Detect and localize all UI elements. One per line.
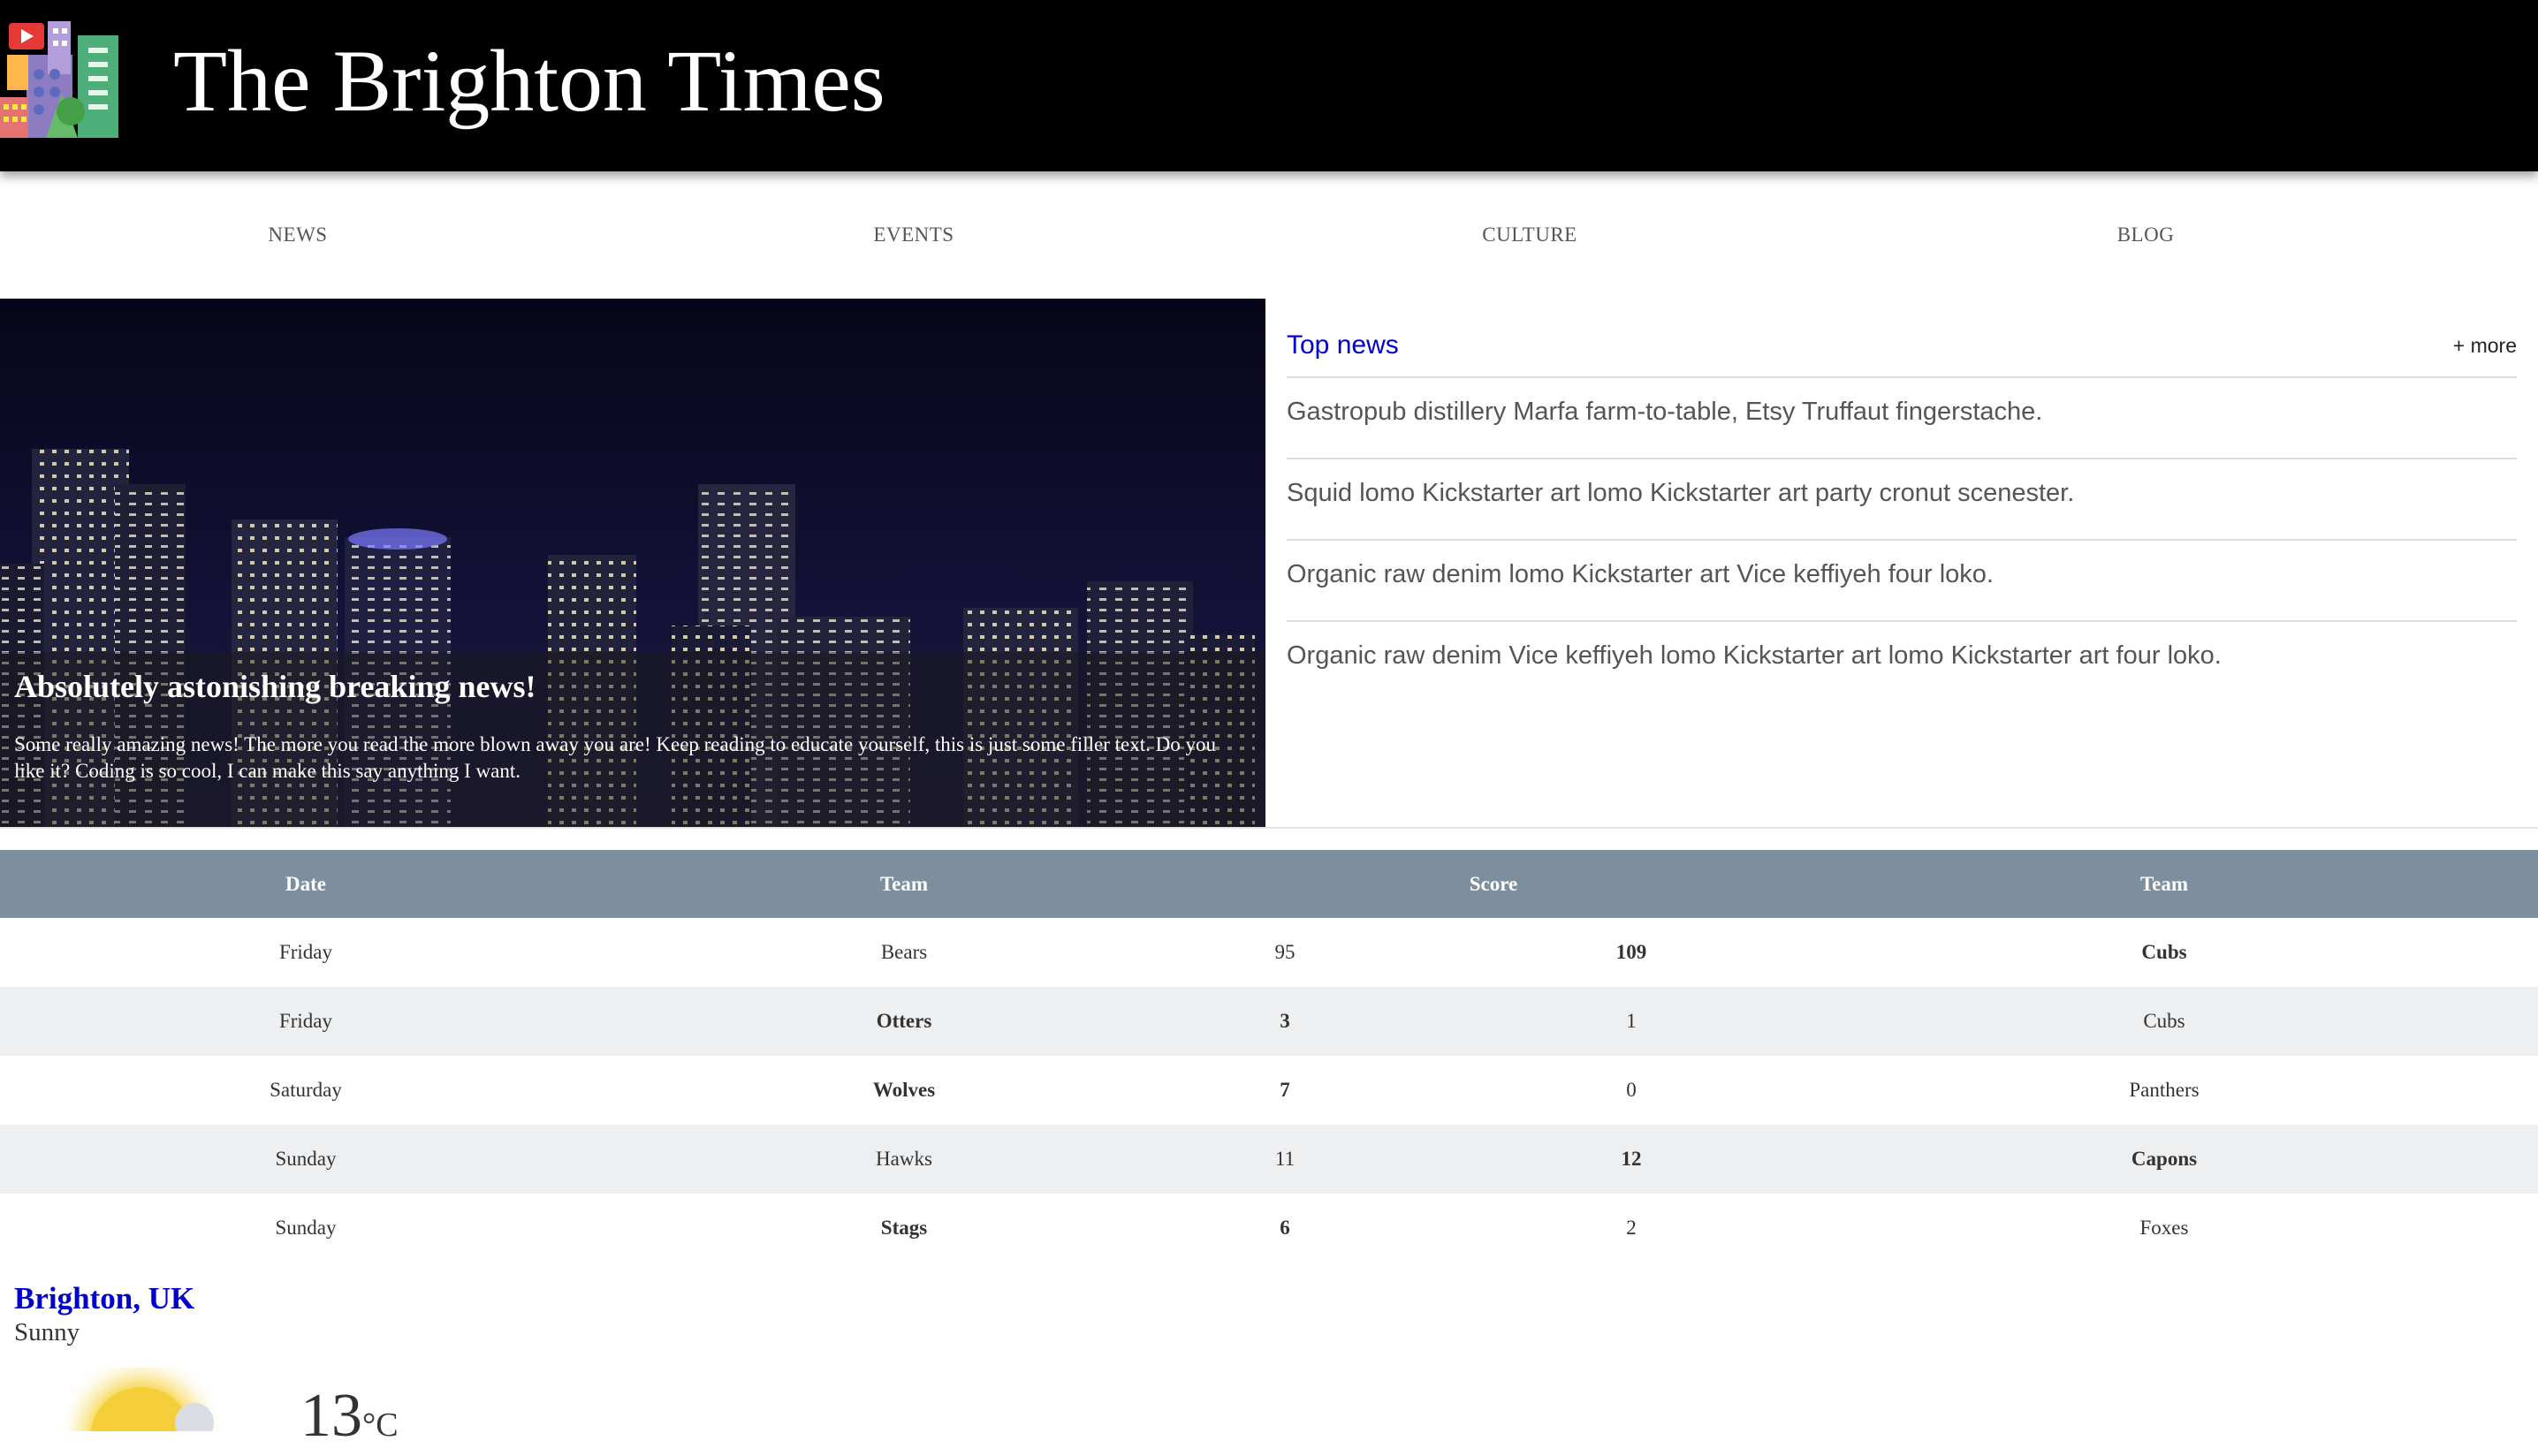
scores-table-body: Friday Bears 95 109 Cubs Friday Otters 3 1 Cubs Sa… xyxy=(0,918,2538,1263)
cell-score: 70 xyxy=(1197,1056,1790,1125)
nav-item-blog[interactable]: BLOG xyxy=(2013,171,2278,299)
city-logo-icon[interactable] xyxy=(0,12,120,138)
section-divider xyxy=(0,827,2538,829)
table-row: Saturday Wolves 7 0 Panthers xyxy=(0,1056,2538,1125)
away-score: 1 xyxy=(1626,1010,1637,1032)
home-score: 6 xyxy=(1280,1217,1290,1239)
cell-home-team: Bears xyxy=(880,941,928,963)
divider xyxy=(1287,376,2517,378)
cell-away-team: Panthers xyxy=(2129,1079,2200,1101)
site-title: The Brighton Times xyxy=(173,32,885,130)
home-score: 3 xyxy=(1280,1010,1290,1032)
cell-score: 62 xyxy=(1197,1194,1790,1263)
nav-item-culture[interactable]: CULTURE xyxy=(1397,171,1662,299)
top-news-panel: Top news + more Gastropub distillery Mar… xyxy=(1265,299,2538,829)
column-header-team: Team xyxy=(612,850,1197,918)
divider xyxy=(1287,539,2517,541)
table-row: Friday Bears 95 109 Cubs xyxy=(0,918,2538,987)
cell-score: 95 109 xyxy=(1197,918,1790,987)
weather-condition: Sunny xyxy=(14,1318,80,1346)
sun-cloud-icon xyxy=(57,1368,226,1431)
table-header-row: Date Team Score Team xyxy=(0,850,2538,918)
divider xyxy=(1287,458,2517,459)
column-header-team: Team xyxy=(1790,850,2538,918)
away-score: 109 xyxy=(1615,941,1647,963)
table-row: Friday Otters 3 1 Cubs xyxy=(0,987,2538,1056)
cell-score: 31 xyxy=(1197,987,1790,1056)
top-news-item[interactable]: Squid lomo Kickstarter art lomo Kickstar… xyxy=(1287,477,2517,509)
cell-date: Friday xyxy=(0,987,612,1056)
nav-item-news[interactable]: NEWS xyxy=(165,171,430,299)
nav-item-events[interactable]: EVENTS xyxy=(781,171,1046,299)
top-news-item[interactable]: Organic raw denim Vice keffiyeh lomo Kic… xyxy=(1287,640,2517,671)
cell-date: Sunday xyxy=(0,1125,612,1194)
weather-temperature: 13°C xyxy=(300,1385,399,1456)
hero-body: Some really amazing news! The more you r… xyxy=(14,733,1216,782)
away-score: 0 xyxy=(1626,1079,1637,1101)
top-news-title: Top news xyxy=(1287,330,1399,360)
column-header-date: Date xyxy=(0,850,612,918)
cell-home-team: Wolves xyxy=(872,1079,936,1101)
cell-home-team: Hawks xyxy=(612,1125,1197,1194)
cell-away-team: Cubs xyxy=(1790,987,2538,1056)
cell-away-team: Capons xyxy=(1790,1125,2538,1194)
table-row: Sunday Hawks 11 12 Capons xyxy=(0,1125,2538,1194)
weather-city[interactable]: Brighton, UK xyxy=(14,1281,194,1316)
hero-headline[interactable]: Absolutely astonishing breaking news! xyxy=(14,668,536,705)
scores-table: Date Team Score Team Friday Bears 95 109 Cub… xyxy=(0,850,2538,1263)
temperature-unit: °C xyxy=(362,1407,399,1444)
top-news-item[interactable]: Gastropub distillery Marfa farm-to-table… xyxy=(1287,396,2517,428)
cell-date: Friday xyxy=(278,941,333,963)
main-nav: NEWS EVENTS CULTURE BLOG xyxy=(0,171,2538,299)
divider xyxy=(1287,620,2517,622)
cell-away-team: Cubs xyxy=(2141,941,2187,963)
cell-away-team: Foxes xyxy=(2139,1217,2189,1239)
column-header-score: Score xyxy=(1197,850,1790,918)
temperature-value: 13 xyxy=(300,1382,362,1450)
cell-home-team: Otters xyxy=(612,987,1197,1056)
table-row: Sunday Stags 6 2 Foxes xyxy=(0,1194,2538,1263)
top-news-more-link[interactable]: + more xyxy=(2453,334,2517,358)
home-score: 95 xyxy=(1274,941,1296,963)
home-score: 7 xyxy=(1280,1079,1290,1101)
site-header: The Brighton Times xyxy=(0,0,2538,171)
away-score: 2 xyxy=(1626,1217,1637,1239)
cell-date: Saturday xyxy=(270,1079,342,1101)
cell-home-team: Stags xyxy=(880,1217,928,1239)
weather-widget: Brighton, UK Sunny 13°C xyxy=(0,1272,2538,1447)
cell-date: Sunday xyxy=(275,1217,337,1239)
away-score: 12 xyxy=(1621,1148,1642,1170)
cell-score: 11 12 xyxy=(1197,1125,1790,1194)
top-news-item[interactable]: Organic raw denim lomo Kickstarter art V… xyxy=(1287,558,2517,590)
home-score: 11 xyxy=(1274,1148,1296,1170)
